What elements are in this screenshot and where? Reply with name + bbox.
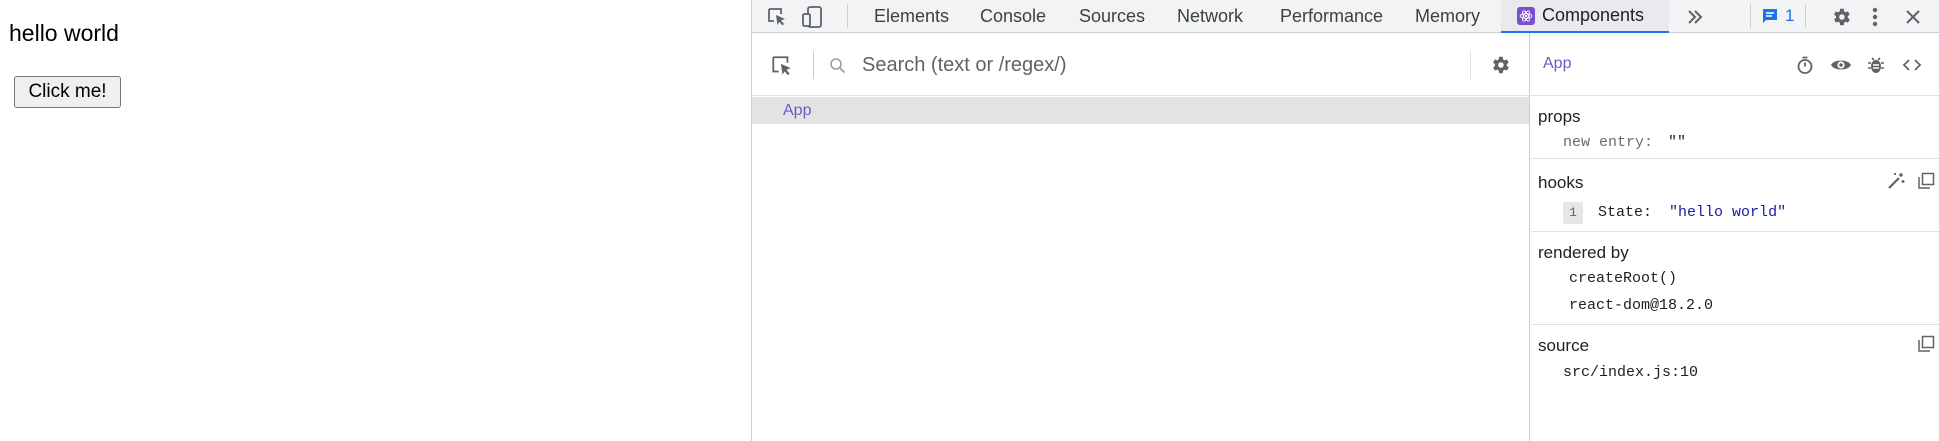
vertical-dots-icon[interactable] bbox=[1863, 0, 1887, 33]
issues-badge[interactable]: 1 bbox=[1750, 4, 1806, 28]
bug-icon[interactable] bbox=[1864, 53, 1888, 77]
prop-row[interactable]: new entry: "" bbox=[1563, 134, 1686, 151]
component-tree-toolbar bbox=[752, 33, 1529, 96]
hook-value: "hello world" bbox=[1669, 204, 1787, 221]
close-icon[interactable] bbox=[1900, 0, 1926, 33]
stopwatch-icon[interactable] bbox=[1793, 53, 1817, 77]
tab-sources[interactable]: Sources bbox=[1079, 0, 1145, 33]
message-icon bbox=[1761, 7, 1779, 25]
inspected-component-name: App bbox=[1543, 55, 1572, 72]
toolbar-divider bbox=[847, 4, 848, 28]
rendered-by-section: rendered by createRoot() react-dom@18.2.… bbox=[1531, 232, 1939, 325]
toolbar-divider bbox=[1470, 51, 1471, 79]
source-location[interactable]: src/index.js:10 bbox=[1563, 364, 1698, 381]
component-inspector: App props new entry: "" hooks 1 State: "… bbox=[1531, 33, 1939, 441]
hook-row[interactable]: 1 State: "hello world" bbox=[1563, 202, 1786, 224]
toolbar-divider bbox=[813, 51, 814, 79]
copy-icon[interactable] bbox=[1914, 169, 1938, 193]
tab-network[interactable]: Network bbox=[1177, 0, 1243, 33]
component-tree-pane: App bbox=[752, 33, 1530, 441]
page-heading: hello world bbox=[9, 20, 119, 46]
eye-icon[interactable] bbox=[1828, 53, 1854, 77]
tree-row-app[interactable]: App bbox=[752, 97, 1529, 124]
device-toolbar-icon[interactable] bbox=[800, 0, 826, 33]
devtools-panel: Elements Console Sources Network Perform… bbox=[751, 0, 1939, 441]
web-page: hello world Click me! bbox=[0, 0, 751, 441]
hook-key: State: bbox=[1598, 204, 1653, 221]
source-title: source bbox=[1538, 336, 1590, 355]
props-title: props bbox=[1538, 107, 1581, 126]
inspector-header: App bbox=[1531, 33, 1939, 96]
copy-icon[interactable] bbox=[1914, 332, 1938, 356]
prop-value: "" bbox=[1668, 134, 1687, 151]
issues-count: 1 bbox=[1785, 6, 1795, 25]
tab-elements[interactable]: Elements bbox=[874, 0, 949, 33]
chevron-double-right-icon[interactable] bbox=[1682, 0, 1708, 33]
tab-performance[interactable]: Performance bbox=[1280, 0, 1383, 33]
click-me-button[interactable]: Click me! bbox=[14, 76, 121, 108]
component-search-input[interactable] bbox=[860, 50, 1380, 80]
tab-console[interactable]: Console bbox=[980, 0, 1046, 33]
tree-row-label: App bbox=[783, 102, 812, 119]
gear-icon[interactable] bbox=[1487, 52, 1513, 78]
rendered-by-item[interactable]: createRoot() bbox=[1569, 270, 1677, 287]
tab-memory[interactable]: Memory bbox=[1415, 0, 1480, 33]
tab-components-label: Components bbox=[1542, 5, 1645, 25]
gear-icon[interactable] bbox=[1826, 0, 1856, 33]
react-logo-icon bbox=[1517, 6, 1535, 25]
code-icon[interactable] bbox=[1899, 53, 1925, 77]
search-icon bbox=[828, 56, 846, 74]
magic-wand-icon[interactable] bbox=[1884, 169, 1908, 193]
hook-index: 1 bbox=[1563, 202, 1583, 224]
hooks-title: hooks bbox=[1538, 173, 1584, 192]
select-element-icon[interactable] bbox=[764, 0, 790, 33]
prop-key: new entry: bbox=[1563, 134, 1654, 151]
props-section: props new entry: "" bbox=[1531, 96, 1939, 159]
hooks-section: hooks 1 State: "hello world" bbox=[1531, 159, 1939, 232]
devtools-tab-bar: Elements Console Sources Network Perform… bbox=[752, 0, 1939, 33]
tab-components[interactable]: Components bbox=[1501, 0, 1669, 33]
rendered-by-title: rendered by bbox=[1538, 243, 1629, 262]
source-section: source src/index.js:10 bbox=[1531, 325, 1939, 441]
rendered-by-item: react-dom@18.2.0 bbox=[1569, 297, 1714, 314]
select-element-icon[interactable] bbox=[769, 53, 795, 79]
